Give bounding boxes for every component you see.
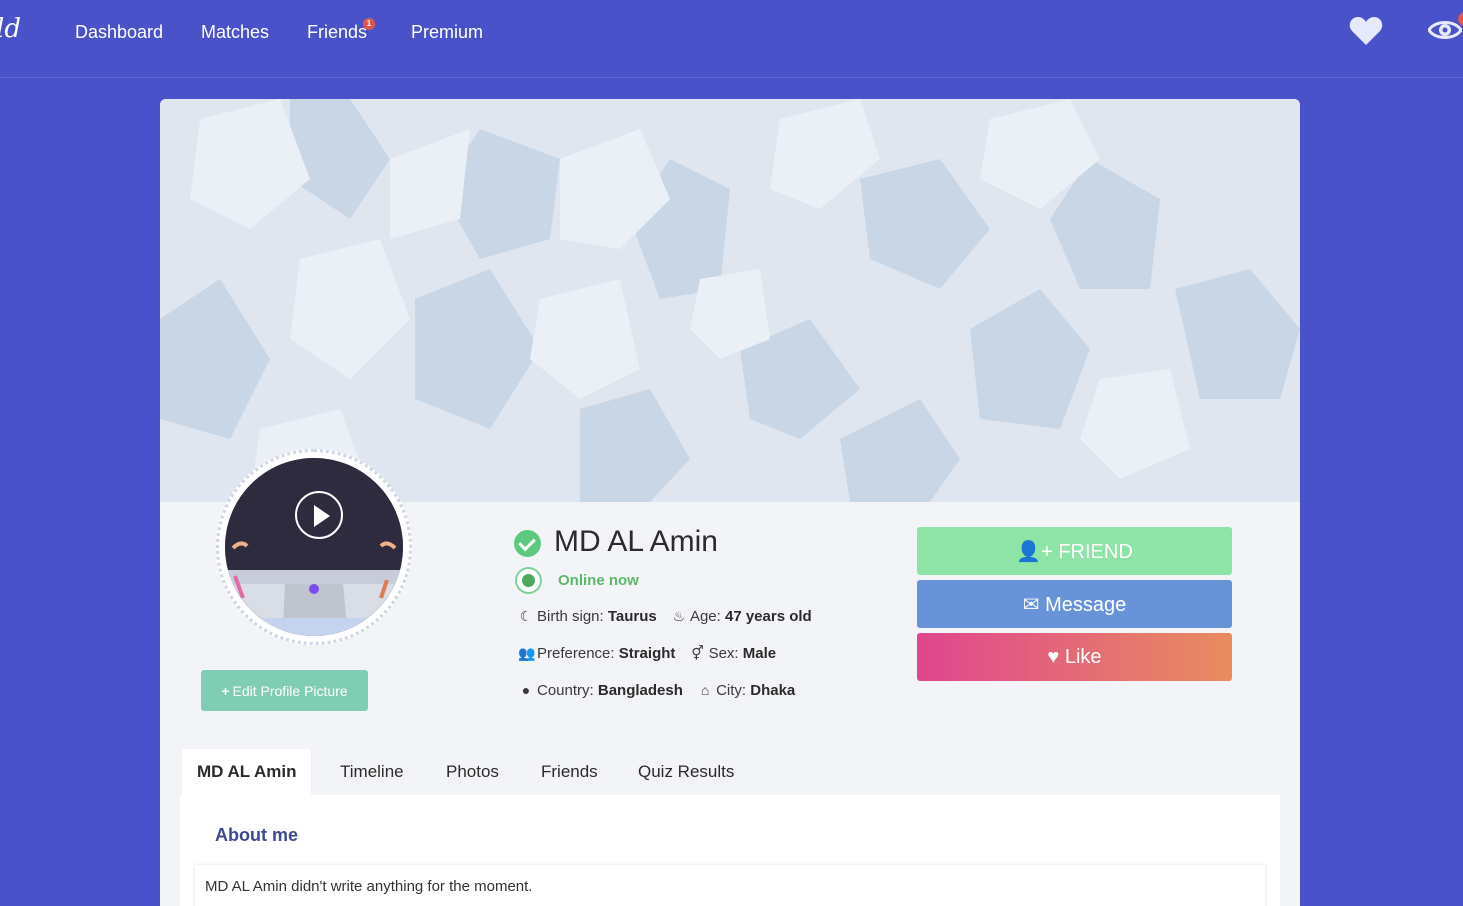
- globe-icon: ●: [521, 682, 531, 698]
- profile-name: MD AL Amin: [554, 525, 718, 558]
- online-status: Online now: [558, 572, 639, 589]
- nav-matches[interactable]: Matches: [201, 22, 269, 43]
- about-panel: About me MD AL Amin didn't write anythin…: [180, 795, 1280, 906]
- about-title: About me: [215, 825, 298, 845]
- nav-dashboard[interactable]: Dashboard: [75, 22, 163, 43]
- play-icon[interactable]: [295, 491, 343, 539]
- check-circle-icon: [514, 530, 541, 557]
- profile-card: + Edit Profile Picture MD AL Amin Online …: [160, 99, 1300, 906]
- plus-icon: +: [221, 682, 230, 699]
- info-row-sign-age: ☾ Birth sign: Taurus ♨ Age: 47 years old: [518, 608, 822, 625]
- envelope-icon: ✉: [1022, 593, 1040, 616]
- profile-avatar-video[interactable]: [225, 458, 403, 636]
- profile-avatar-frame: [216, 449, 412, 645]
- tab-quiz-results[interactable]: Quiz Results: [638, 749, 734, 795]
- tab-about[interactable]: MD AL Amin: [182, 749, 312, 795]
- info-row-location: ● Country: Bangladesh ⌂ City: Dhaka: [518, 682, 805, 699]
- friends-notification-badge: 1: [363, 18, 376, 30]
- heart-icon[interactable]: [1349, 16, 1383, 51]
- age-item: ♨ Age: 47 years old: [672, 608, 812, 625]
- user-plus-icon: 👤+: [1016, 540, 1053, 563]
- nav-friends-wrap[interactable]: Friends 1: [307, 18, 376, 43]
- users-icon: 👥: [518, 645, 536, 661]
- tab-timeline[interactable]: Timeline: [340, 749, 404, 795]
- gender-icon: ⚥: [691, 645, 704, 661]
- tab-friends[interactable]: Friends: [541, 749, 598, 795]
- country-item: ● Country: Bangladesh: [518, 682, 683, 699]
- preference-item: 👥 Preference: Straight: [518, 645, 676, 662]
- heart-icon: ♥: [1047, 645, 1060, 668]
- eye-icon[interactable]: 2: [1427, 12, 1463, 47]
- like-button[interactable]: ♥ Like: [917, 633, 1232, 681]
- cover-image: [160, 99, 1300, 502]
- nav-friends[interactable]: Friends: [307, 22, 367, 42]
- nav-premium[interactable]: Premium: [411, 22, 483, 43]
- cake-icon: ♨: [672, 608, 686, 624]
- home-icon: ⌂: [700, 682, 710, 698]
- info-row-pref-sex: 👥 Preference: Straight ⚥ Sex: Male: [518, 645, 786, 662]
- birth-sign-item: ☾ Birth sign: Taurus: [519, 608, 657, 625]
- edit-profile-picture-button[interactable]: + Edit Profile Picture: [201, 670, 368, 711]
- tab-photos[interactable]: Photos: [446, 749, 499, 795]
- about-box: MD AL Amin didn't write anything for the…: [195, 865, 1265, 906]
- site-logo[interactable]: ld: [0, 14, 21, 44]
- moon-icon: ☾: [519, 608, 533, 624]
- city-item: ⌂ City: Dhaka: [697, 682, 795, 699]
- add-friend-button[interactable]: 👤+ FRIEND: [917, 527, 1232, 575]
- online-dot-icon: [515, 567, 542, 594]
- sex-item: ⚥ Sex: Male: [691, 645, 777, 662]
- about-text: MD AL Amin didn't write anything for the…: [205, 878, 533, 895]
- message-button[interactable]: ✉ Message: [917, 580, 1232, 628]
- top-nav: ld Dashboard Matches Friends 1 Premium 2: [0, 0, 1463, 78]
